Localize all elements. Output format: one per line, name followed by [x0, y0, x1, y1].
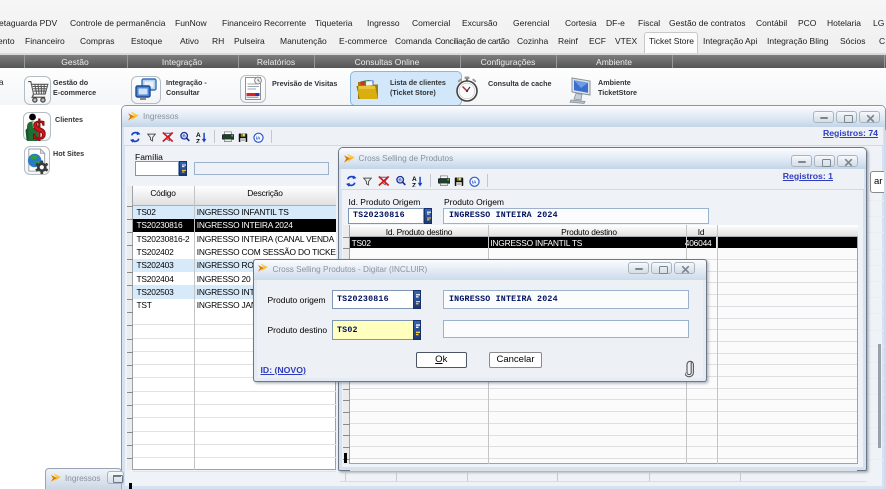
svg-text:n: n [182, 134, 185, 140]
svg-text:Z: Z [412, 182, 416, 187]
svg-text:n: n [398, 178, 401, 184]
svg-text:IA: IA [472, 179, 477, 184]
svg-text:IA: IA [256, 135, 261, 140]
svg-text:Z: Z [196, 138, 200, 143]
svg-text:$: $ [33, 115, 47, 141]
